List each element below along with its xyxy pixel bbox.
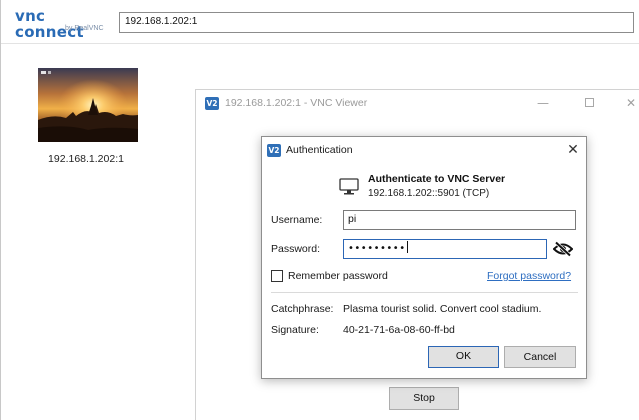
remember-password-label[interactable]: Remember password xyxy=(288,270,388,282)
monitor-icon xyxy=(339,178,359,195)
cancel-button[interactable]: Cancel xyxy=(504,346,576,368)
password-label: Password: xyxy=(271,243,321,255)
close-viewer-button[interactable]: ✕ xyxy=(620,94,639,112)
minimize-button[interactable]: — xyxy=(532,94,554,112)
catchphrase-label: Catchphrase: xyxy=(271,303,334,315)
vnc-connect-logo: vnc connect by RealVNC xyxy=(15,8,115,40)
maximize-button[interactable] xyxy=(578,94,600,112)
viewer-title: 192.168.1.202:1 - VNC Viewer xyxy=(225,97,368,109)
server-address: 192.168.1.202::5901 (TCP) xyxy=(368,188,490,199)
signature-value: 40-21-71-6a-08-60-ff-bd xyxy=(343,324,455,336)
password-value: ••••••••• xyxy=(348,243,406,254)
signature-label: Signature: xyxy=(271,324,319,336)
ok-button[interactable]: OK xyxy=(428,346,499,368)
auth-title: Authentication xyxy=(286,144,353,156)
sunset-image xyxy=(38,68,138,142)
remember-password-checkbox[interactable] xyxy=(271,270,283,282)
logo-text: vnc connect xyxy=(15,7,84,41)
viewer-titlebar[interactable]: V2 192.168.1.202:1 - VNC Viewer — ✕ xyxy=(196,90,639,116)
vnc-auth-app-icon: V2 xyxy=(267,144,281,157)
password-field[interactable]: ••••••••• xyxy=(343,239,547,259)
address-input[interactable]: 192.168.1.202:1 xyxy=(119,12,634,33)
computer-label[interactable]: 192.168.1.202:1 xyxy=(21,153,151,165)
computer-thumbnail[interactable] xyxy=(38,68,138,142)
server-title: Authenticate to VNC Server xyxy=(368,173,506,185)
forgot-password-link[interactable]: Forgot password? xyxy=(487,270,571,282)
authentication-dialog: V2 Authentication ✕ Authenticate to VNC … xyxy=(261,136,587,379)
username-field[interactable]: pi xyxy=(343,210,576,230)
logo-subtext: by RealVNC xyxy=(65,25,104,32)
vnc-viewer-app-icon: V2 xyxy=(205,97,219,110)
eye-slash-icon[interactable] xyxy=(553,241,573,257)
username-label: Username: xyxy=(271,214,323,226)
toolbar: vnc connect by RealVNC 192.168.1.202:1 xyxy=(1,0,639,44)
maximize-icon xyxy=(584,98,594,107)
username-value: pi xyxy=(348,213,357,225)
stop-button[interactable]: Stop xyxy=(389,387,459,410)
auth-titlebar[interactable]: V2 Authentication ✕ xyxy=(262,137,586,163)
text-caret xyxy=(406,241,408,253)
auth-close-button[interactable]: ✕ xyxy=(563,140,583,160)
divider xyxy=(271,292,578,293)
vnc-connect-window: vnc connect by RealVNC 192.168.1.202:1 1… xyxy=(0,0,639,420)
catchphrase-value: Plasma tourist solid. Convert cool stadi… xyxy=(343,303,542,315)
